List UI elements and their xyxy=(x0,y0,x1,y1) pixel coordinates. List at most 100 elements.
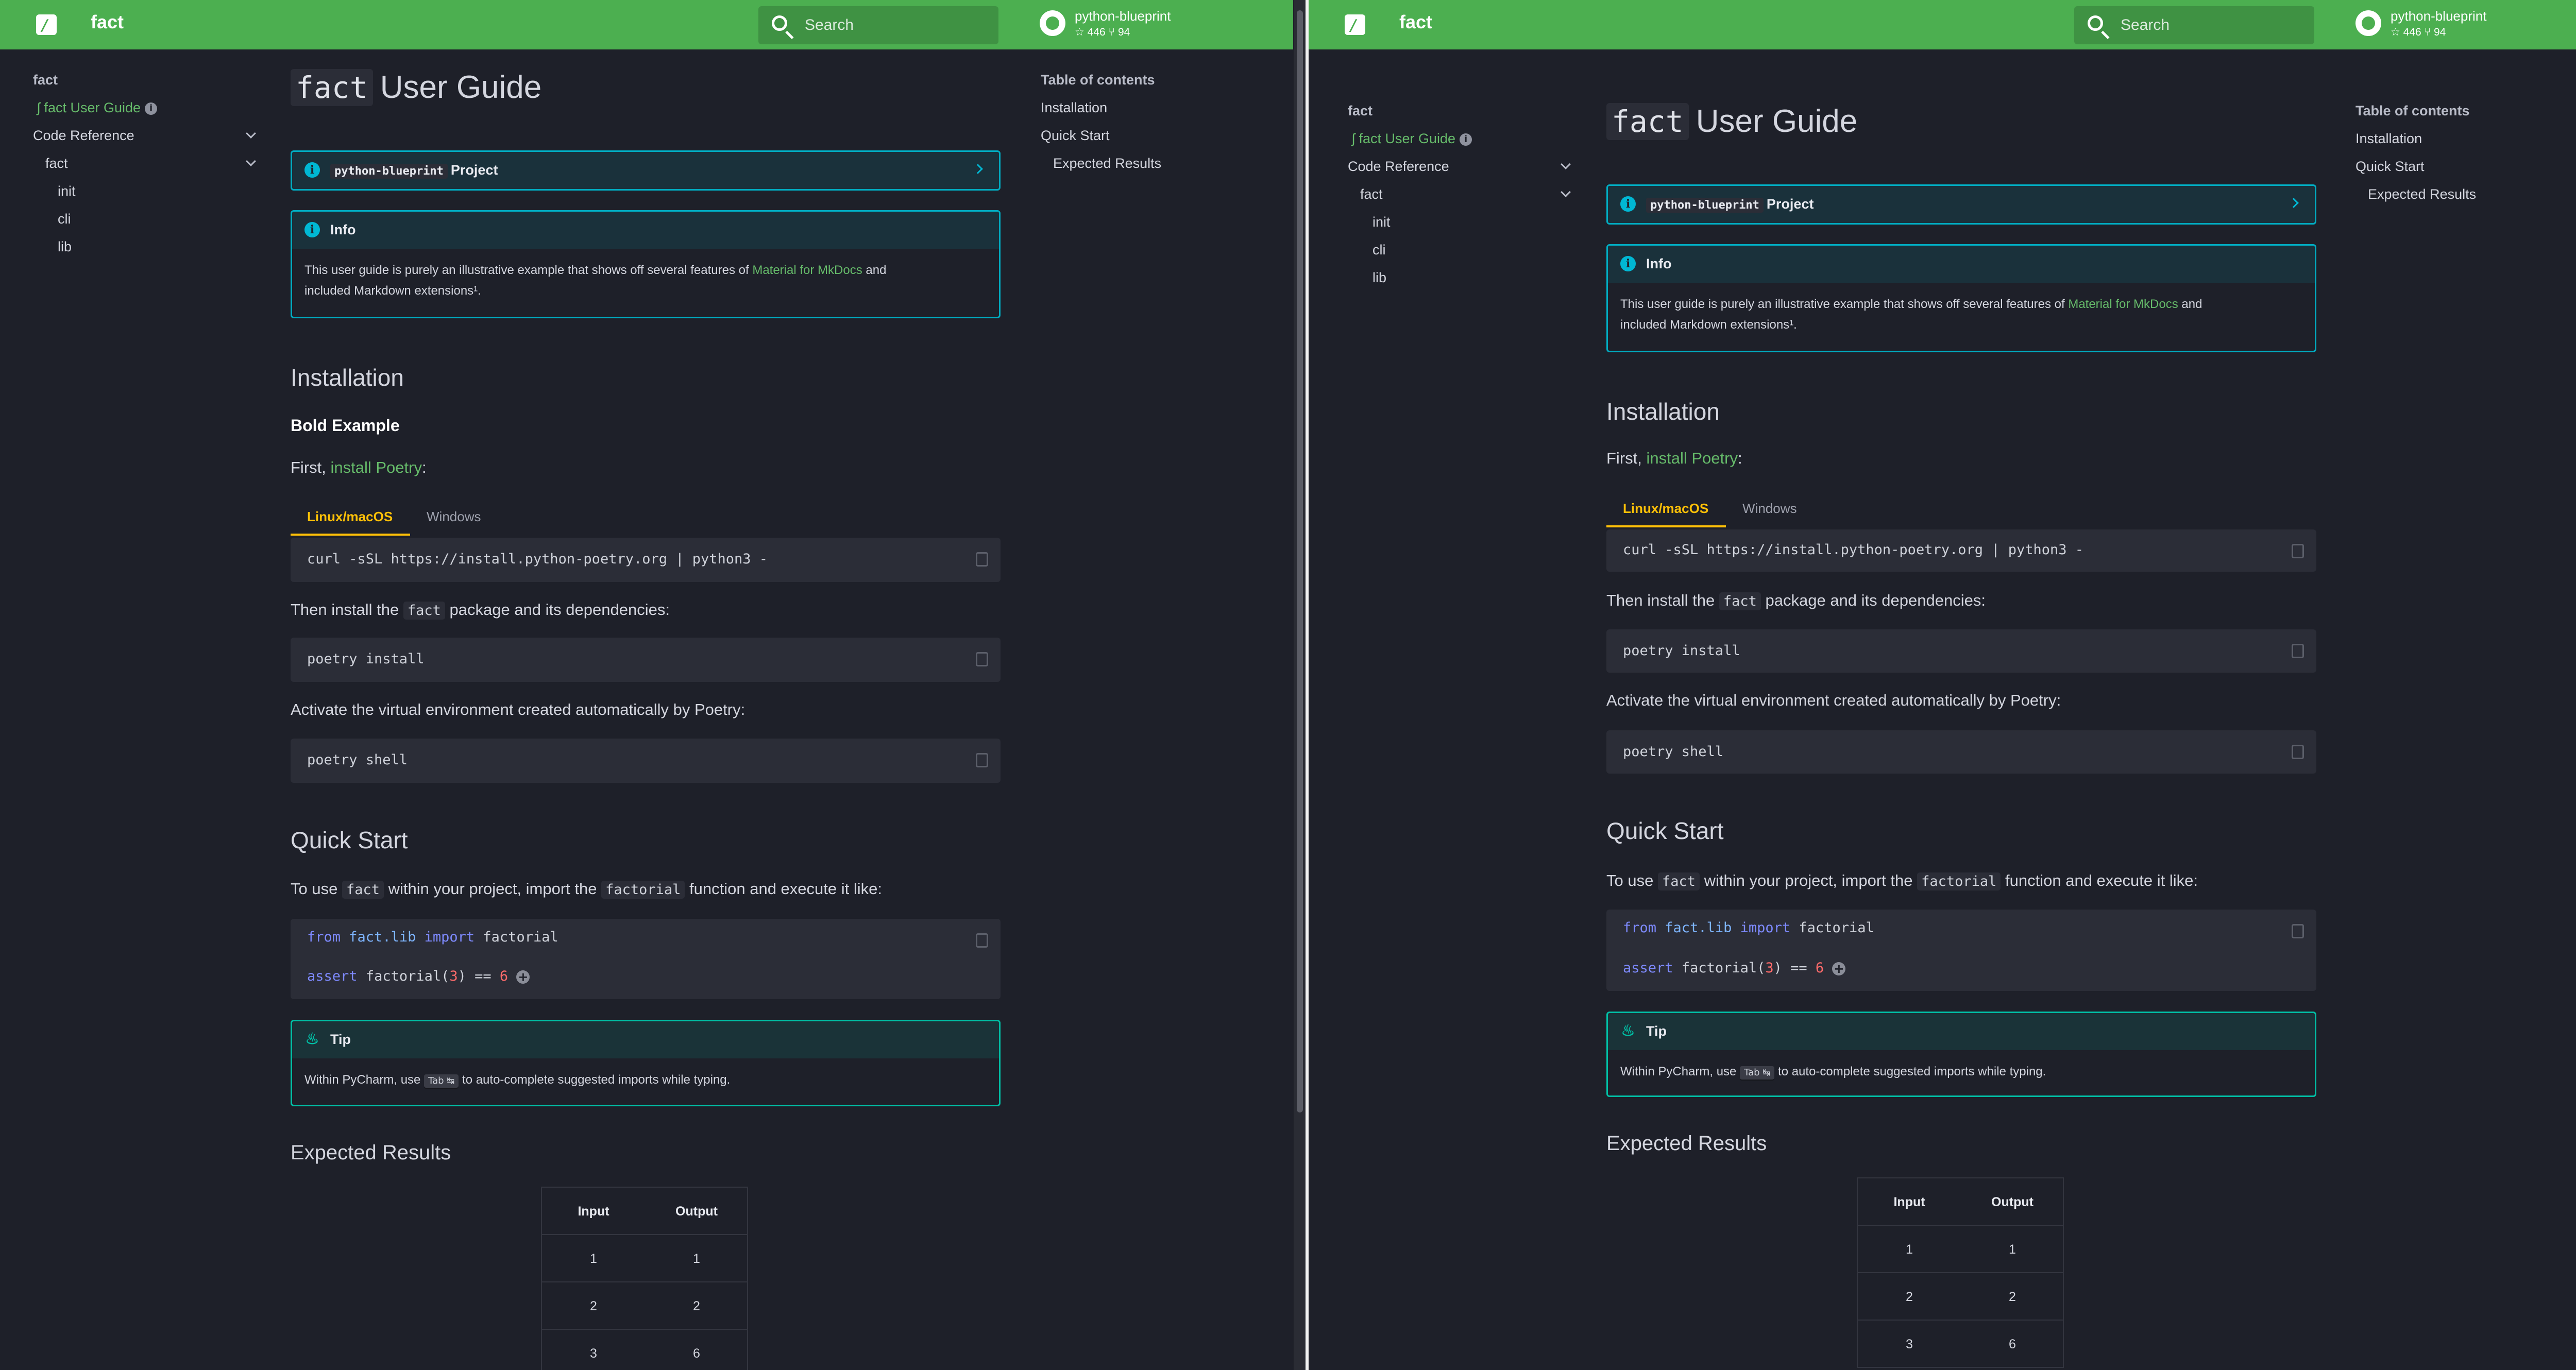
nav-item-user-guide[interactable]: ʃ fact User Guide i xyxy=(1352,131,1472,147)
material-link[interactable]: Material for MkDocs xyxy=(2068,297,2178,311)
info-icon: i xyxy=(1620,256,1636,271)
chevron-down-icon[interactable] xyxy=(1561,159,1571,169)
chevron-right-icon[interactable] xyxy=(973,164,983,174)
toc-item-quick-start[interactable]: Quick Start xyxy=(1041,128,1110,144)
chevron-down-icon[interactable] xyxy=(1561,187,1571,197)
table-row: 1 1 xyxy=(542,1234,747,1281)
table-row: 3 6 xyxy=(542,1329,747,1370)
toc-item-installation[interactable]: Installation xyxy=(2355,131,2422,147)
primary-nav: fact ʃ fact User Guide i Code Reference f… xyxy=(1348,103,1574,309)
nav-item-user-guide[interactable]: ʃ fact User Guide i xyxy=(37,100,158,116)
then-install-text: Then install the fact package and its de… xyxy=(291,601,670,620)
tab-key: Tab ↹ xyxy=(424,1074,459,1088)
tab-linux-macos[interactable]: Linux/macOS xyxy=(1623,501,1708,517)
info-admonition: i Info This user guide is purely an illu… xyxy=(1606,244,2316,352)
results-table: Input Output 1 1 2 2 3 6 xyxy=(541,1187,748,1370)
info-icon: i xyxy=(145,102,158,115)
repo-link[interactable]: python-blueprint ☆ 446 ⑂ 94 xyxy=(2355,7,2541,43)
nav-item-fact[interactable]: fact xyxy=(45,156,68,172)
table-of-contents: Table of contents Installation Quick Sta… xyxy=(1041,72,1293,185)
repo-name: python-blueprint xyxy=(1075,8,1171,24)
os-tabs: Linux/macOS Windows xyxy=(291,502,1001,536)
copy-icon[interactable] xyxy=(2292,544,2304,558)
copy-icon[interactable] xyxy=(976,753,988,767)
tip-admonition-body: Within PyCharm, use Tab ↹ to auto-comple… xyxy=(1620,1065,2046,1080)
installation-heading: Installation xyxy=(291,364,404,391)
table-row: 3 6 xyxy=(1858,1320,2063,1367)
primary-nav: fact ʃ fact User Guide i Code Reference f… xyxy=(33,72,260,278)
bold-example-heading: Bold Example xyxy=(291,416,400,435)
chevron-right-icon[interactable] xyxy=(2289,198,2299,208)
project-admonition[interactable]: i python-blueprint Project xyxy=(1606,184,2316,225)
toc-title: Table of contents xyxy=(2355,103,2470,118)
info-icon: i xyxy=(1460,133,1472,146)
site-logo-icon[interactable]: / xyxy=(1345,14,1365,35)
install-poetry-link[interactable]: install Poetry xyxy=(331,458,422,476)
copy-icon[interactable] xyxy=(976,933,988,948)
copy-icon[interactable] xyxy=(2292,644,2304,658)
toc-item-quick-start[interactable]: Quick Start xyxy=(2355,159,2425,175)
table-of-contents: Table of contents Installation Quick Sta… xyxy=(2355,103,2576,216)
tip-admonition-body: Within PyCharm, use Tab ↹ to auto-comple… xyxy=(304,1073,731,1088)
info-icon: i xyxy=(1620,196,1636,212)
info-admonition-body: This user guide is purely an illustrativ… xyxy=(304,263,887,298)
page-title: fact User Guide xyxy=(1606,103,1857,140)
tip-admonition: ♨ Tip Within PyCharm, use Tab ↹ to auto-… xyxy=(1606,1012,2316,1097)
copy-icon[interactable] xyxy=(976,652,988,666)
toc-item-installation[interactable]: Installation xyxy=(1041,100,1107,116)
nav-item-fact[interactable]: fact xyxy=(1360,186,1383,202)
quick-start-text: To use fact within your project, import … xyxy=(1606,871,2198,890)
code-annotation-button[interactable]: + xyxy=(1832,962,1846,975)
nav-title: fact xyxy=(1348,103,1373,118)
repo-name: python-blueprint xyxy=(2391,8,2487,24)
first-install-text: First, install Poetry: xyxy=(291,458,427,476)
info-icon: i xyxy=(304,162,320,178)
nav-item-init[interactable]: init xyxy=(58,183,76,199)
code-block-install: poetry install xyxy=(1606,629,2316,673)
tab-linux-macos[interactable]: Linux/macOS xyxy=(307,509,393,525)
nav-item-init[interactable]: init xyxy=(1372,214,1391,230)
main-content: fact User Guide i python-blueprint Project… xyxy=(291,0,1001,1370)
tab-windows[interactable]: Windows xyxy=(427,509,481,525)
nav-item-lib[interactable]: lib xyxy=(58,239,72,255)
toc-item-expected-results[interactable]: Expected Results xyxy=(2368,186,2476,202)
main-content: fact User Guide i python-blueprint Project… xyxy=(1606,0,2316,1370)
project-admonition[interactable]: i python-blueprint Project xyxy=(291,150,1001,191)
nav-item-code-reference[interactable]: Code Reference xyxy=(1348,159,1449,175)
first-install-text: First, install Poetry: xyxy=(1606,449,1742,467)
install-poetry-link[interactable]: install Poetry xyxy=(1647,449,1738,467)
copy-icon[interactable] xyxy=(2292,924,2304,938)
flame-icon: ♨ xyxy=(1621,1022,1635,1040)
repo-stats: ☆ 446 ⑂ 94 xyxy=(2391,26,2446,38)
quick-start-text: To use fact within your project, import … xyxy=(291,880,882,899)
quick-start-heading: Quick Start xyxy=(1606,817,1724,844)
tab-windows[interactable]: Windows xyxy=(1742,501,1797,517)
active-tab-indicator xyxy=(291,534,410,536)
flame-icon: ♨ xyxy=(305,1030,319,1048)
toc-title: Table of contents xyxy=(1041,72,1155,88)
left-scroll-thumb[interactable] xyxy=(1297,10,1303,1112)
nav-item-code-reference[interactable]: Code Reference xyxy=(33,128,134,144)
copy-icon[interactable] xyxy=(2292,745,2304,759)
chevron-down-icon[interactable] xyxy=(246,128,256,139)
browser-pane-right: / fact Search python-blueprint ☆ 446 ⑂ 9… xyxy=(1309,0,2576,1370)
nav-item-lib[interactable]: lib xyxy=(1372,270,1386,286)
left-pane-scrollbar[interactable] xyxy=(1294,0,1306,1370)
code-block-install: poetry install xyxy=(291,638,1001,682)
nav-item-cli[interactable]: cli xyxy=(1372,242,1386,258)
copy-icon[interactable] xyxy=(976,552,988,567)
activate-text: Activate the virtual environment created… xyxy=(291,700,745,718)
code-block-shell: poetry shell xyxy=(1606,730,2316,774)
info-icon: i xyxy=(304,222,320,237)
active-tab-indicator xyxy=(1606,525,1726,527)
nav-item-cli[interactable]: cli xyxy=(58,211,71,227)
repo-stats: ☆ 446 ⑂ 94 xyxy=(1075,26,1130,38)
expected-results-heading: Expected Results xyxy=(1606,1132,1767,1155)
toc-item-expected-results[interactable]: Expected Results xyxy=(1053,156,1161,172)
repo-link[interactable]: python-blueprint ☆ 446 ⑂ 94 xyxy=(1040,7,1225,43)
material-link[interactable]: Material for MkDocs xyxy=(752,263,862,277)
chevron-down-icon[interactable] xyxy=(246,156,256,166)
code-annotation-button[interactable]: + xyxy=(516,970,530,984)
os-tabs: Linux/macOS Windows xyxy=(1606,493,2316,527)
site-logo-icon[interactable]: / xyxy=(36,14,57,35)
